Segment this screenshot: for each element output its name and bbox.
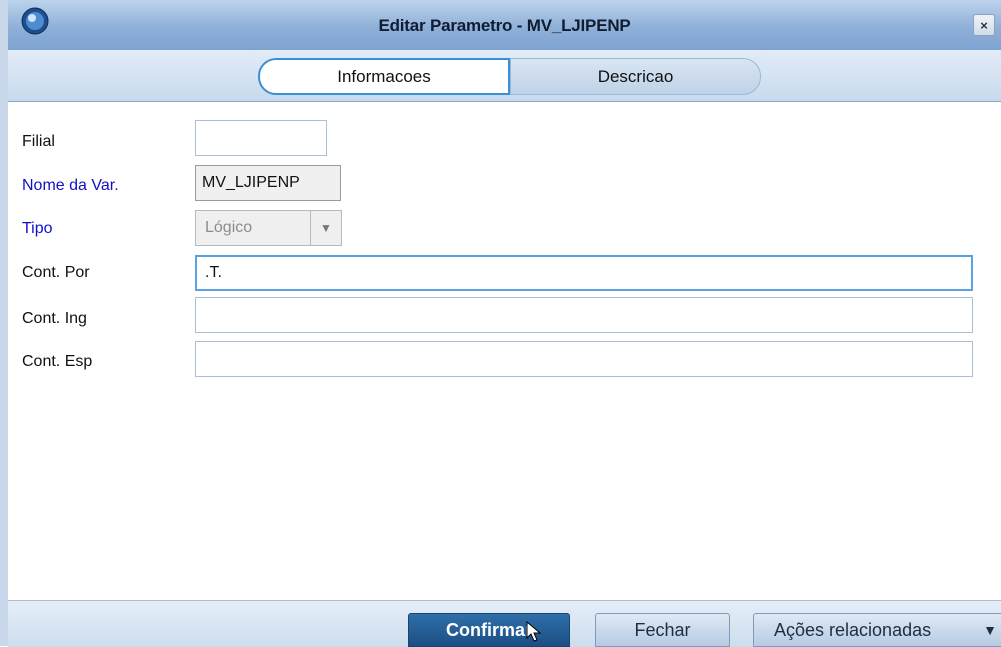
confirm-button[interactable]: Confirmar bbox=[408, 613, 570, 647]
mouse-pointer-icon bbox=[526, 621, 542, 642]
chevron-down-icon: ▼ bbox=[983, 622, 997, 638]
close-icon[interactable]: × bbox=[973, 14, 995, 36]
tipo-select-value: Lógico bbox=[205, 219, 253, 236]
related-actions-button[interactable]: Ações relacionadas ▼ bbox=[753, 613, 1001, 647]
cont-esp-field[interactable] bbox=[195, 341, 973, 377]
tab-bar: Informacoes Descricao bbox=[8, 50, 1001, 102]
cont-ing-field[interactable] bbox=[195, 297, 973, 333]
tab-informacoes[interactable]: Informacoes bbox=[258, 58, 510, 95]
nome-var-field: MV_LJIPENP bbox=[195, 165, 341, 201]
cont-por-label: Cont. Por bbox=[22, 264, 90, 281]
tab-descricao-label: Descricao bbox=[597, 66, 674, 86]
tipo-select: Lógico ▼ bbox=[195, 210, 342, 246]
tipo-label: Tipo bbox=[22, 220, 53, 237]
chevron-down-icon: ▼ bbox=[310, 211, 341, 245]
filial-label: Filial bbox=[22, 133, 55, 150]
button-bar: Confirmar Fechar Ações relacionadas ▼ bbox=[8, 600, 1001, 647]
nome-var-label: Nome da Var. bbox=[22, 177, 119, 194]
close-button[interactable]: Fechar bbox=[595, 613, 730, 647]
filial-field[interactable] bbox=[195, 120, 327, 156]
cont-ing-label: Cont. Ing bbox=[22, 310, 87, 327]
cont-por-field[interactable]: .T. bbox=[195, 255, 973, 291]
cont-esp-label: Cont. Esp bbox=[22, 353, 93, 370]
window-title: Editar Parametro - MV_LJIPENP bbox=[378, 16, 631, 35]
tab-informacoes-label: Informacoes bbox=[337, 66, 431, 86]
parameter-form: Filial Nome da Var. MV_LJIPENP Tipo Lógi… bbox=[8, 102, 1001, 600]
tab-descricao[interactable]: Descricao bbox=[510, 58, 761, 95]
title-bar: Editar Parametro - MV_LJIPENP × bbox=[8, 0, 1001, 50]
related-actions-label: Ações relacionadas bbox=[774, 619, 932, 640]
